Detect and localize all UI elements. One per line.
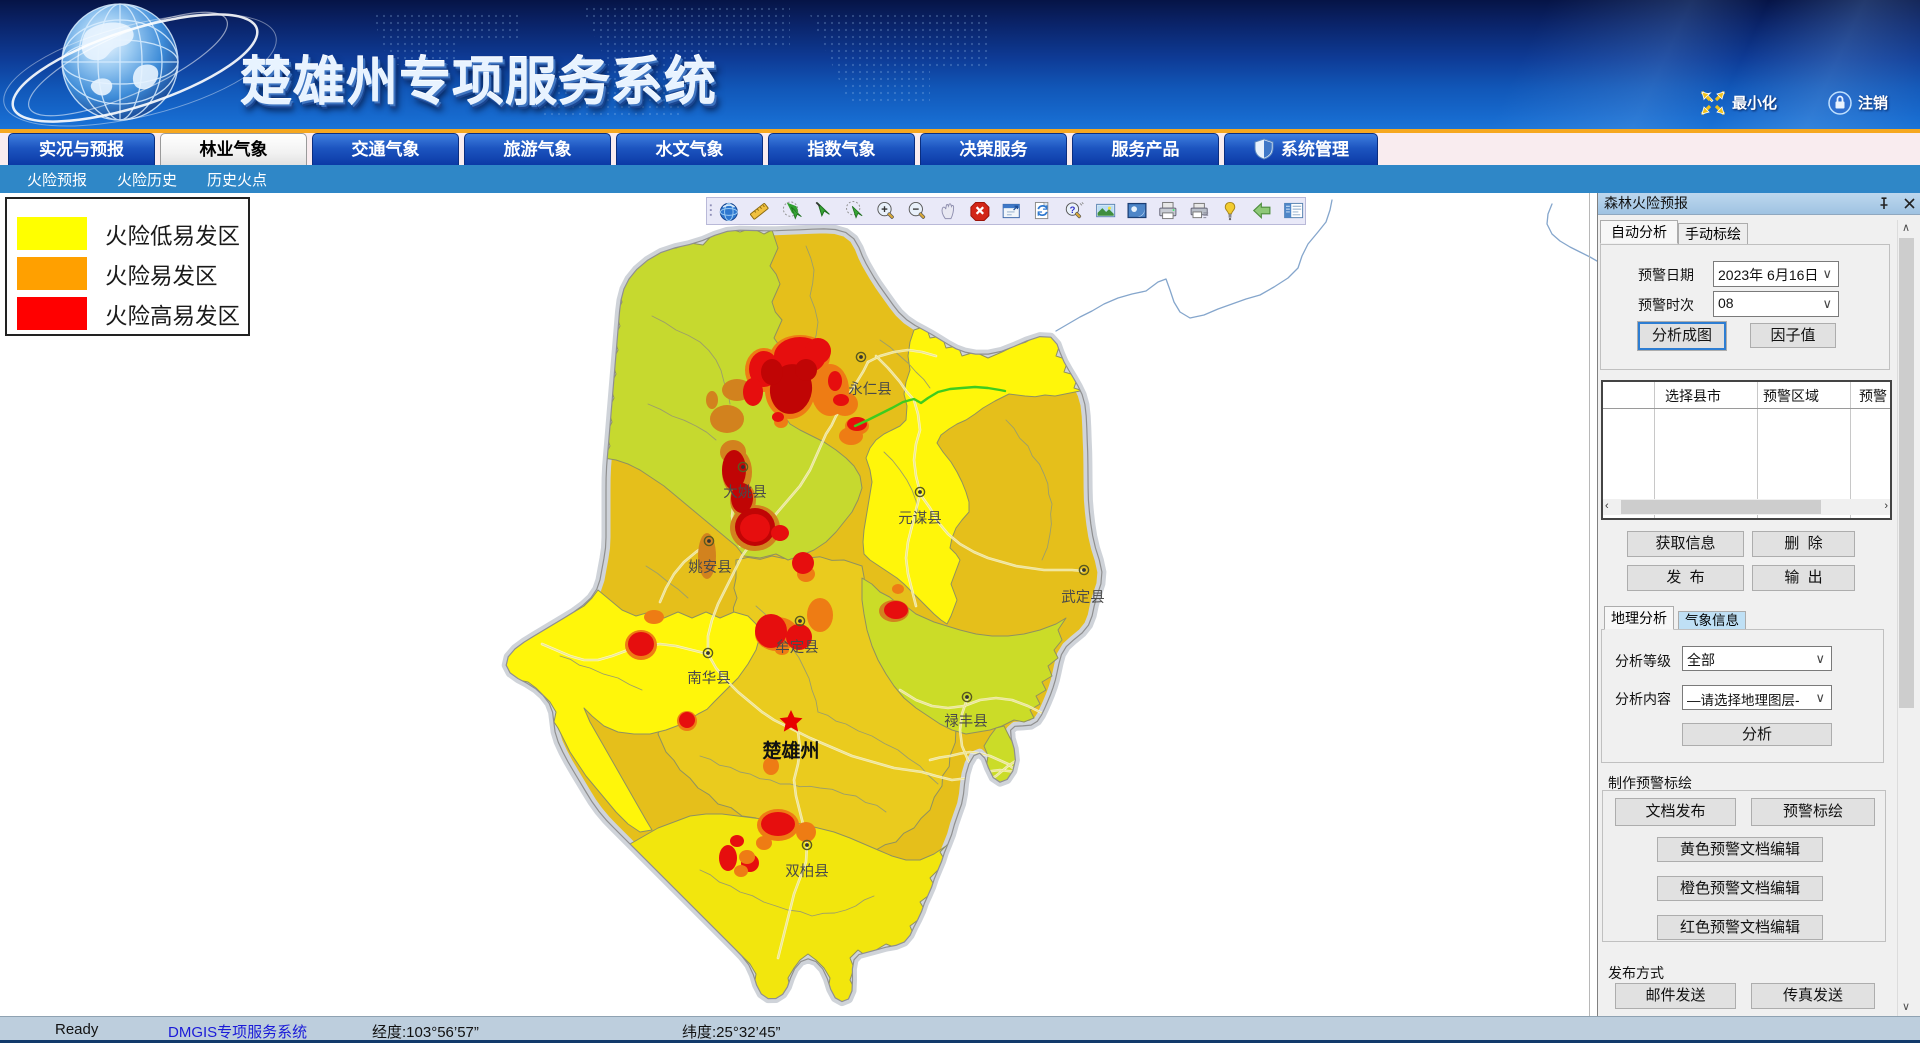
svg-text:大姚县: 大姚县 xyxy=(723,484,767,501)
svg-text:禄丰县: 禄丰县 xyxy=(944,713,988,730)
svg-text:永仁县: 永仁县 xyxy=(848,381,892,398)
svg-text:?: ? xyxy=(1070,205,1076,216)
svg-text:姚安县: 姚安县 xyxy=(688,559,732,576)
svg-text:元谋县: 元谋县 xyxy=(898,510,942,527)
svg-text:牟定县: 牟定县 xyxy=(775,639,819,656)
svg-text:楚雄州: 楚雄州 xyxy=(762,739,819,762)
svg-text:武定县: 武定县 xyxy=(1061,589,1105,606)
svg-text:南华县: 南华县 xyxy=(687,670,731,687)
svg-text:双柏县: 双柏县 xyxy=(785,863,829,880)
